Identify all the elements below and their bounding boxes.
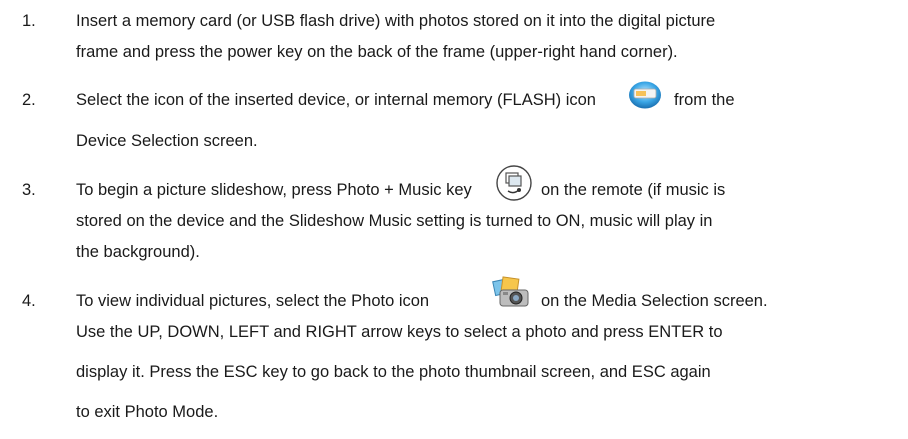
step-4-line-1-after: on the Media Selection screen.	[541, 292, 768, 310]
step-1-number: 1.	[22, 12, 36, 30]
step-3-line-1-before: To begin a picture slideshow, press Phot…	[76, 181, 472, 199]
step-2-number: 2.	[22, 91, 36, 109]
step-4-line-1-before: To view individual pictures, select the …	[76, 292, 430, 310]
step-2-line-1-text: Select the icon of the inserted device, …	[76, 91, 596, 110]
step-4-line-3: display it. Press the ESC key to go back…	[76, 363, 711, 381]
photo-music-key-icon	[496, 165, 532, 201]
flash-memory-icon	[629, 81, 661, 109]
step-3-line-1-after: on the remote (if music is	[541, 181, 726, 199]
step-3-line-2: stored on the device and the Slideshow M…	[76, 212, 713, 230]
step-4-line-2: Use the UP, DOWN, LEFT and RIGHT arrow k…	[76, 323, 723, 341]
step-4-line-4: to exit Photo Mode.	[76, 403, 219, 421]
step-3-number: 3.	[22, 181, 36, 199]
photo-camera-icon	[492, 276, 529, 307]
step-2-line-1-before: Select the icon of the inserted device, …	[76, 91, 596, 109]
step-3-line-3: the background).	[76, 243, 200, 261]
step-4-number: 4.	[22, 292, 36, 310]
step-2-line-1-after: from the	[674, 91, 735, 109]
step-2-line-2: Device Selection screen.	[76, 132, 258, 150]
step-1-line-1: Insert a memory card (or USB flash drive…	[76, 12, 716, 30]
step-1-line-2: frame and press the power key on the bac…	[76, 43, 678, 61]
